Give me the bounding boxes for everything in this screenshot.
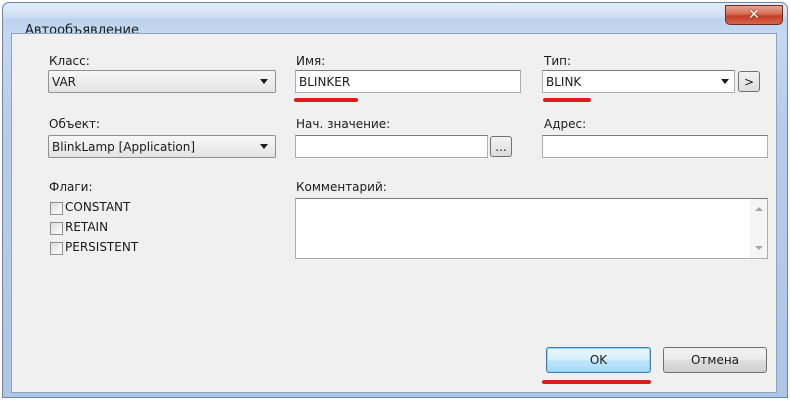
cancel-button[interactable]: Отмена [663,347,767,373]
object-value: BlinkLamp [Application] [52,140,196,154]
class-dropdown[interactable]: VAR [48,70,276,93]
ok-label: OK [589,353,608,367]
name-label: Имя: [296,54,326,68]
type-value: BLINK [546,75,582,89]
flags-label: Флаги: [49,180,93,194]
address-label: Адрес: [544,117,587,131]
constant-checkbox[interactable] [50,202,63,215]
close-icon: ✕ [748,7,760,23]
dialog-window: Автообъявление ✕ Класс: VAR Имя: BLINKER… [2,2,788,398]
comment-label: Комментарий: [296,180,387,194]
address-input[interactable] [542,135,768,158]
persistent-checkbox[interactable] [50,242,63,255]
type-browse-label: > [743,74,755,89]
chevron-down-icon [260,144,268,149]
type-dropdown[interactable]: BLINK [542,70,735,93]
type-browse-button[interactable]: > [738,71,760,92]
close-button[interactable]: ✕ [725,5,783,25]
comment-scrollbar[interactable] [750,199,767,258]
ok-highlight-underline [542,380,651,384]
comment-textarea[interactable] [295,198,768,259]
scroll-down-icon[interactable] [755,246,763,250]
chevron-down-icon [260,79,268,84]
chevron-down-icon [721,79,729,84]
ellipsis-icon: ... [495,139,507,154]
class-value: VAR [52,75,76,89]
name-input[interactable]: BLINKER [295,70,521,93]
init-value-input[interactable] [295,135,488,158]
retain-label: RETAIN [65,220,109,234]
object-dropdown[interactable]: BlinkLamp [Application] [48,135,276,158]
cancel-label: Отмена [690,353,740,367]
persistent-label: PERSISTENT [65,240,139,254]
name-highlight-underline [294,98,358,102]
class-label: Класс: [49,54,90,68]
type-label: Тип: [544,54,572,68]
constant-label: CONSTANT [65,200,131,214]
ok-button[interactable]: OK [546,347,651,373]
scroll-up-icon[interactable] [755,207,763,211]
title-bar[interactable]: Автообъявление ✕ [3,3,787,38]
type-highlight-underline [543,98,591,102]
retain-checkbox[interactable] [50,222,63,235]
dialog-client-area: Класс: VAR Имя: BLINKER Тип: BLINK > Объ… [11,33,777,393]
name-value: BLINKER [299,75,351,89]
init-value-label: Нач. значение: [296,117,391,131]
object-label: Объект: [49,117,100,131]
init-value-browse-button[interactable]: ... [490,136,512,157]
